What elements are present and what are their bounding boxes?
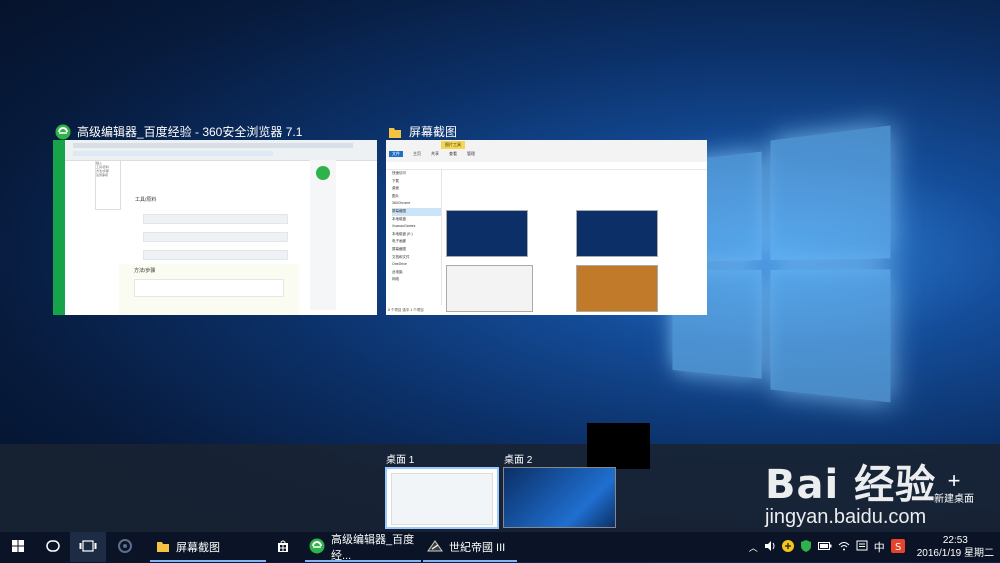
360-browser-icon — [309, 538, 325, 557]
new-desktop-button[interactable]: + 新建桌面 — [934, 468, 974, 506]
explorer-window-thumbnail[interactable]: 图片工具 文件 主页 共享 查看 管理 快速访问 下载 桌面 图片 360Chr… — [386, 140, 707, 315]
explorer-nav-pane: 快速访问 下载 桌面 图片 360Chrome 屏幕截图 本地磁盘 Xuanao… — [386, 170, 442, 305]
tab-file: 文件 — [389, 151, 403, 157]
nav-item: 桌面 — [392, 186, 399, 191]
baidu-watermark: Bai 经验 jingyan.baidu.com — [765, 452, 936, 529]
desktop-2-label: 桌面 2 — [504, 455, 533, 466]
taskbar-item-label: 屏幕截图 — [176, 542, 220, 554]
volume-icon[interactable] — [764, 540, 776, 555]
file-thumbnail — [576, 210, 658, 257]
taskbar-game[interactable]: 世紀帝國 III — [423, 532, 517, 562]
nav-item: 本地磁盘 (E:) — [392, 231, 413, 236]
browser-sidebar — [53, 140, 65, 315]
app-icon — [117, 538, 133, 557]
explorer-ribbon: 图片工具 文件 主页 共享 查看 管理 — [386, 140, 707, 163]
file-thumbnail — [576, 265, 658, 312]
desktop-2-thumbnail[interactable] — [503, 467, 616, 528]
section-tools: 工具/原料 — [135, 197, 157, 203]
nav-item: 屏幕截图 — [392, 246, 406, 251]
section-steps: 方法/步骤 — [134, 268, 156, 274]
nav-item: 网络 — [392, 277, 399, 282]
clock-time: 22:53 — [942, 535, 968, 546]
system-tray: ︿ 中 S 22:53 2016/1/19 星期二 — [749, 532, 1000, 562]
clock-date: 2016/1/19 星期二 — [916, 548, 994, 559]
watermark-main: Bai 经验 — [765, 462, 937, 508]
store-button[interactable] — [268, 532, 298, 562]
ime-indicator[interactable]: 中 — [874, 539, 885, 555]
taskbar-item-label: 高级编辑器_百度经... — [331, 534, 415, 562]
tab-home: 主页 — [413, 151, 421, 156]
folder-icon — [156, 539, 170, 556]
nav-item: 图片 — [392, 193, 399, 198]
nav-item: 下载 — [392, 178, 399, 183]
cortana-icon — [46, 539, 60, 555]
taskbar-item-label: 世紀帝國 III — [449, 542, 506, 554]
nav-item: OneDrive — [392, 262, 407, 267]
action-center-icon[interactable] — [856, 540, 868, 555]
360-browser-icon — [55, 124, 71, 140]
window-title-explorer[interactable]: 屏幕截图 — [387, 123, 457, 140]
svg-text:S: S — [895, 542, 901, 553]
right-panel — [310, 160, 336, 310]
taskbar-browser[interactable]: 高级编辑器_百度经... — [305, 532, 421, 562]
plus-icon: + — [947, 468, 961, 493]
pinned-app-button[interactable] — [110, 532, 140, 562]
store-icon — [276, 539, 290, 556]
cortana-button[interactable] — [36, 532, 70, 562]
menu-item: 注意事项 — [96, 173, 109, 177]
battery-icon[interactable] — [817, 541, 832, 554]
wifi-icon[interactable] — [838, 541, 850, 554]
sogou-input-icon[interactable]: S — [890, 538, 905, 556]
start-button[interactable] — [0, 532, 36, 562]
desktop-1-label: 桌面 1 — [386, 455, 415, 466]
nav-item: 360Chrome — [392, 201, 411, 206]
nav-item: 文档和文件 — [392, 254, 410, 259]
task-view-button[interactable] — [70, 532, 106, 562]
taskbar-explorer[interactable]: 屏幕截图 — [150, 532, 266, 562]
new-desktop-label: 新建桌面 — [934, 494, 974, 505]
task-view-icon — [79, 539, 97, 555]
tab-view: 查看 — [449, 151, 457, 156]
windows-start-icon — [12, 539, 24, 555]
window-title-text: 屏幕截图 — [409, 125, 458, 139]
browser-toolbar — [53, 140, 377, 161]
age-of-empires-icon — [427, 539, 443, 556]
black-overlay — [587, 423, 650, 469]
chevron-up-icon[interactable]: ︿ — [749, 541, 758, 554]
watermark-sub: jingyan.baidu.com — [765, 506, 927, 528]
clock[interactable]: 22:53 2016/1/19 星期二 — [911, 534, 994, 560]
status-bar: 8 个项目 选中 1 个项目 — [388, 308, 424, 312]
steps-panel: 方法/步骤 — [119, 264, 299, 315]
taskbar: 屏幕截图 高级编辑器_百度经... 世紀帝國 III ︿ 中 S 22:53 2… — [0, 532, 1000, 562]
file-thumbnail — [446, 265, 533, 312]
tab-manage: 管理 — [467, 151, 475, 156]
desktop-1-thumbnail[interactable] — [385, 467, 499, 529]
shield-icon[interactable] — [800, 539, 812, 555]
nav-item: 电子画廊 — [392, 239, 406, 244]
tab-share: 共享 — [431, 151, 439, 156]
ribbon-context-tab: 图片工具 — [441, 141, 465, 149]
nav-item: 快速访问 — [392, 171, 406, 175]
nav-item: 屏幕截图 — [392, 207, 441, 216]
nav-item: 此电脑 — [392, 269, 403, 274]
window-title-browser[interactable]: 高级编辑器_百度经验 - 360安全浏览器 7.1 — [55, 123, 302, 140]
tray-app-icon[interactable] — [781, 539, 794, 555]
browser-window-thumbnail[interactable]: 插入 工具/原料 方法/步骤 注意事项 工具/原料 方法/步骤 — [53, 140, 377, 315]
file-thumbnail — [446, 210, 528, 257]
nav-item: XuanaoGames — [392, 224, 416, 229]
insert-menu: 插入 工具/原料 方法/步骤 注意事项 — [95, 160, 121, 210]
folder-icon — [387, 124, 403, 140]
address-bar — [386, 162, 707, 170]
window-title-text: 高级编辑器_百度经验 - 360安全浏览器 7.1 — [77, 125, 303, 139]
nav-item: 本地磁盘 — [392, 216, 406, 221]
tools-list — [133, 206, 298, 268]
